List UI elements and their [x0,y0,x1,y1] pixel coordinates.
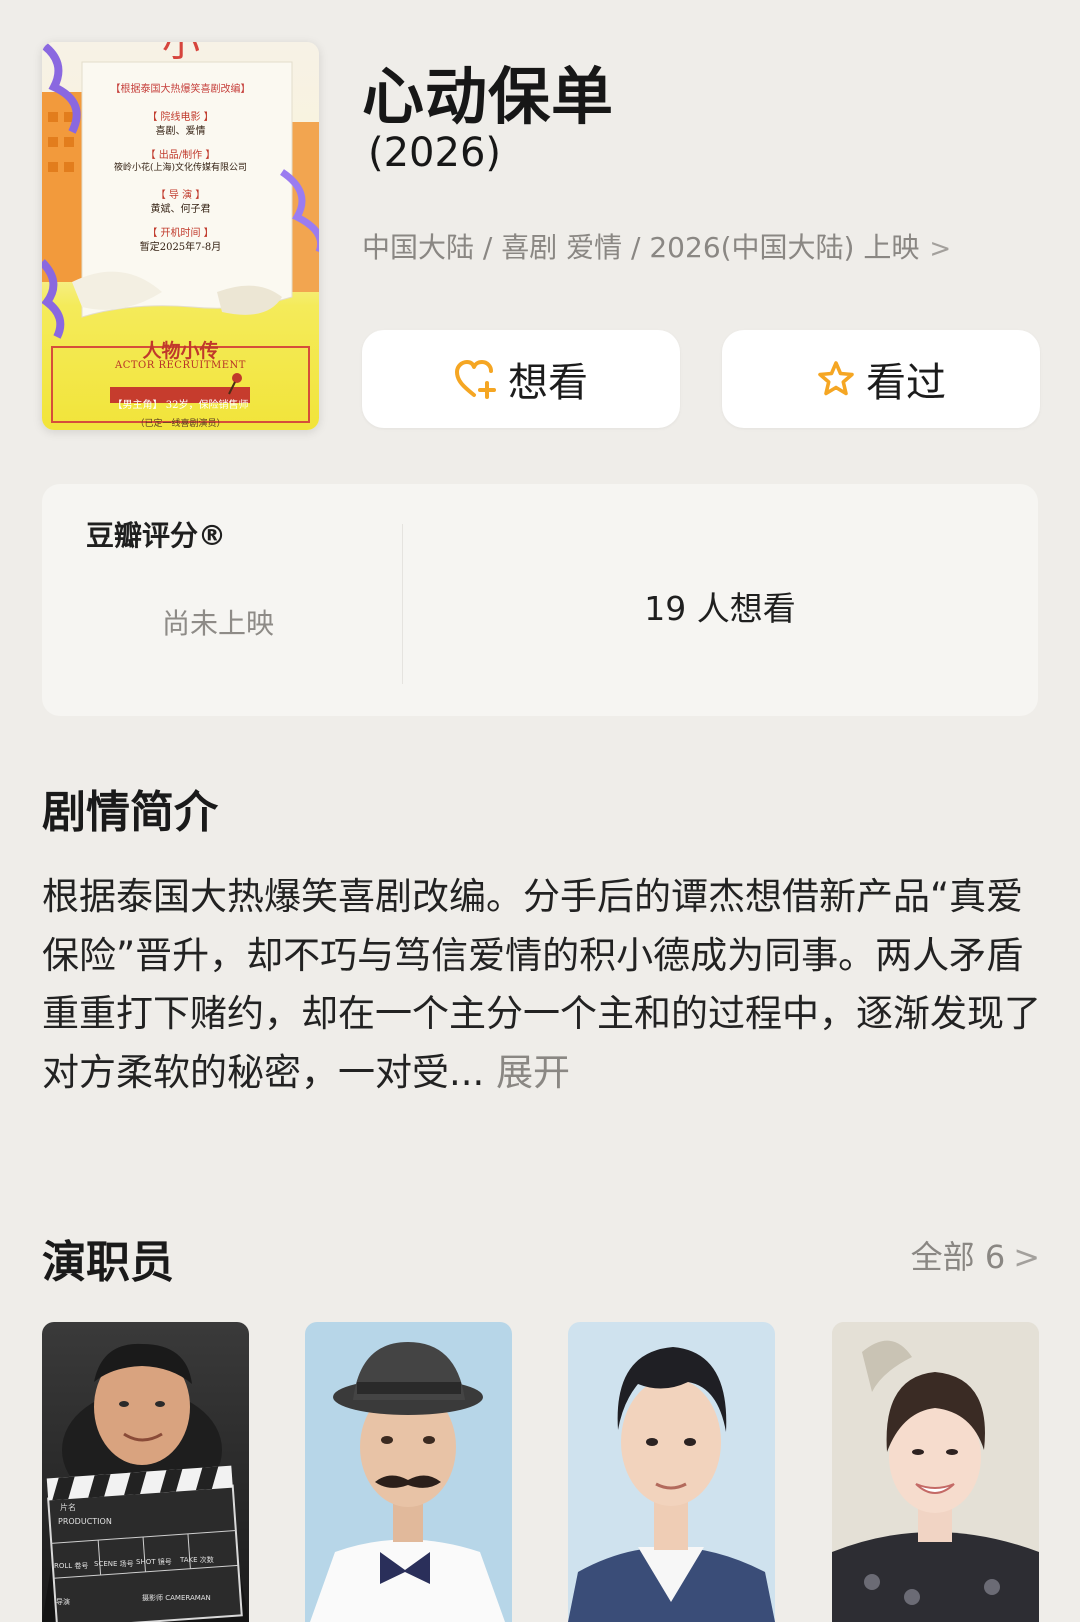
cast-portrait [568,1347,775,1622]
clapper-cameraman-label: 摄影师 CAMERAMAN [142,1593,211,1602]
movie-meta-text: 中国大陆 / 喜剧 爱情 / 2026(中国大陆) 上映 [362,231,920,264]
poster-line: 暂定2025年7-8月 [139,242,222,253]
expand-link[interactable]: 展开 [496,1051,570,1094]
poster-line: 【 出品/制作 】 [145,150,216,161]
cast-member-photo[interactable] [568,1322,775,1622]
clapper-roll-label: ROLL 卷号 [54,1561,88,1570]
cast-portrait [832,1322,1039,1622]
clapper-director-label: 导演 [56,1597,70,1606]
cast-all-label: 全部 6 [910,1238,1006,1276]
heart-plus-icon [455,360,496,399]
rating-title: 豆瓣评分® [86,519,227,552]
star-outline-icon [818,361,854,396]
cast-member-photo[interactable] [832,1322,1039,1622]
clapper-shot-label: SHOT 镜号 [136,1557,172,1566]
chevron-right-icon: > [1013,1238,1040,1276]
movie-year: (2026) [368,130,502,176]
want-count: 19 人想看 [644,589,796,628]
rating-status: 尚未上映 [162,607,275,640]
watched-label: 看过 [866,360,946,406]
clapper-take-label: TAKE 次数 [179,1555,214,1564]
watched-button[interactable]: 看过 [722,330,1040,428]
chevron-right-icon: > [929,234,952,264]
synopsis-title: 剧情简介 [42,787,218,838]
poster-note: （已定一线喜剧演员） [135,419,226,429]
movie-title: 心动保单 [362,60,615,133]
poster-line: 【 导 演 】 [155,190,206,201]
poster-actor-recruit: ACTOR RECRUITMENT [115,360,246,371]
movie-meta-link[interactable]: 中国大陆 / 喜剧 爱情 / 2026(中国大陆) 上映 > [362,226,951,266]
cast-member-photo[interactable]: 片名 PRODUCTION ROLL 卷号 SCENE 场号 SHOT 镜号 T… [42,1322,249,1622]
want-to-watch-button[interactable]: 想看 [362,330,680,428]
movie-poster[interactable]: 小 【根据泰国大热爆笑喜剧改编】 【 院线电影 】 喜剧、爱情 【 出品/制作 … [42,42,319,430]
cast-title: 演职员 [42,1237,174,1288]
poster-role: 【男主角】 32岁，保险销售师 [112,400,249,411]
cast-portrait [310,1342,505,1622]
poster-line: 黄斌、何子君 [150,204,211,215]
cast-member-photo[interactable] [305,1322,512,1622]
rating-card: 豆瓣评分® 尚未上映 19 人想看 [42,484,1038,716]
synopsis-body: 根据泰国大热爆笑喜剧改编。分手后的谭杰想借新产品“真爱保险”晋升，却不巧与笃信爱… [42,868,1042,1102]
poster-line: 筱岭小花(上海)文化传媒有限公司 [113,163,248,173]
clapper-scene-label: SCENE 场号 [94,1559,134,1568]
poster-actor-heading: 人物小传 [142,340,219,362]
clapper-production-label: PRODUCTION [58,1517,112,1526]
cast-all-link[interactable]: 全部 6 > [911,1232,1040,1278]
clapper-film-label: 片名 [60,1502,76,1512]
poster-line: 【 院线电影 】 [147,112,214,123]
cast-portrait: 片名 PRODUCTION ROLL 卷号 SCENE 场号 SHOT 镜号 T… [42,1343,249,1622]
want-to-watch-label: 想看 [508,360,588,406]
svg-text:小: 小 [162,42,200,65]
poster-line: 【根据泰国大热爆笑喜剧改编】 [110,84,251,95]
poster-line: 喜剧、爱情 [155,126,206,137]
poster-line: 【 开机时间 】 [147,228,214,239]
